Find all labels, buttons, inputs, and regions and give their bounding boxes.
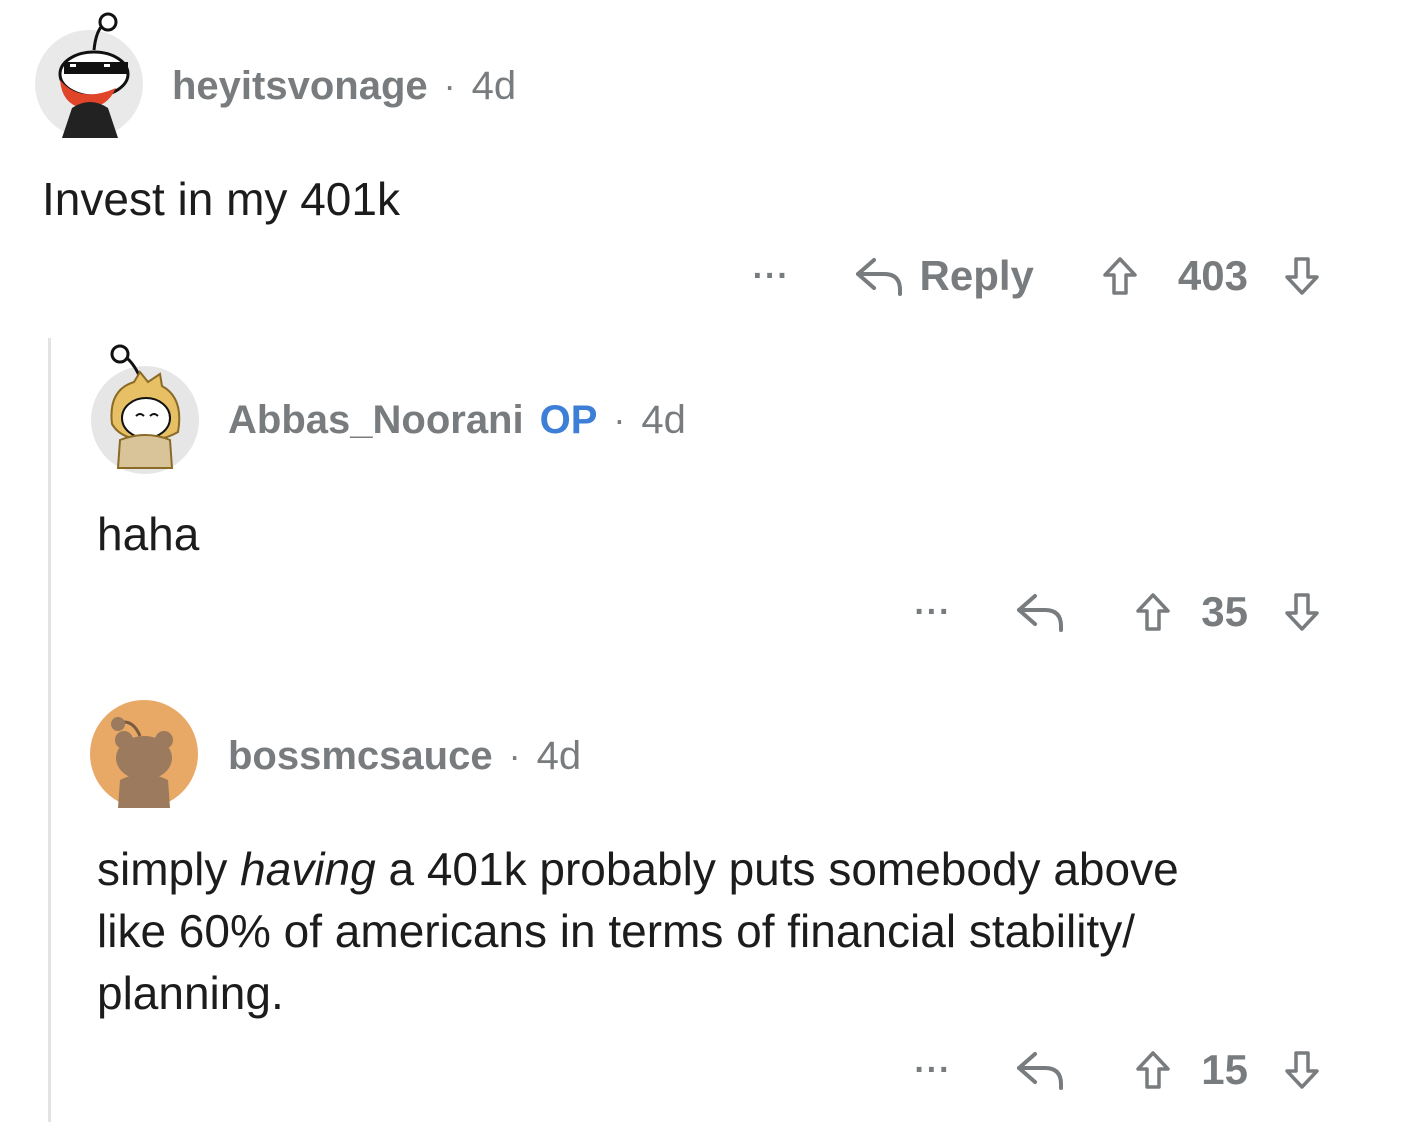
comment-age[interactable]: 4d: [472, 66, 517, 106]
vote-controls: 15: [1135, 1046, 1320, 1094]
comment-age[interactable]: 4d: [537, 736, 582, 776]
username[interactable]: Abbas_Noorani: [228, 400, 524, 440]
separator-dot: ·: [443, 65, 456, 106]
username[interactable]: bossmcsauce: [228, 736, 493, 776]
comment-text-line: like 60% of americans in terms of financ…: [97, 905, 1135, 957]
comment-age[interactable]: 4d: [641, 400, 686, 440]
comment-header: heyitsvonage · 4d: [172, 66, 516, 106]
vote-score: 15: [1201, 1046, 1248, 1093]
upvote-arrow-icon[interactable]: [1102, 256, 1138, 296]
username[interactable]: heyitsvonage: [172, 66, 428, 106]
comment-text-line: planning.: [97, 967, 284, 1019]
comment-header: Abbas_Noorani OP · 4d: [228, 400, 686, 440]
snoo-bear-avatar: [90, 700, 198, 808]
vote-controls: 35: [1135, 588, 1320, 636]
downvote-arrow-icon[interactable]: [1284, 256, 1320, 296]
vote-score: 403: [1177, 252, 1248, 299]
comment-body: Invest in my 401k: [42, 168, 400, 230]
snoo-doge-hood-avatar: [91, 344, 199, 474]
comment-text-line: simply having a 401k probably puts someb…: [97, 843, 1179, 895]
reply-button[interactable]: [1015, 590, 1067, 634]
comment-actions: ··· 15: [914, 1040, 1320, 1100]
vote-score: 35: [1201, 588, 1248, 635]
comment-text: haha: [97, 508, 200, 560]
emphasized-word: having: [240, 843, 376, 895]
downvote-arrow-icon[interactable]: [1284, 592, 1320, 632]
separator-dot: ·: [613, 399, 626, 440]
user-avatar-bossmcsauce[interactable]: [90, 700, 198, 808]
user-avatar-heyitsvonage[interactable]: [34, 12, 144, 138]
separator-dot: ·: [508, 735, 521, 776]
reply-label: Reply: [919, 252, 1034, 299]
comment-body: haha: [97, 503, 199, 565]
reply-button[interactable]: [1015, 1048, 1067, 1092]
more-options-button[interactable]: ···: [753, 257, 790, 296]
reply-arrow-icon: [1017, 1052, 1064, 1090]
upvote-arrow-icon[interactable]: [1135, 1050, 1171, 1090]
comment-actions: ··· Reply 403: [753, 246, 1320, 306]
snoo-sunglasses-avatar: [35, 12, 143, 138]
vote-controls: 403: [1102, 252, 1320, 300]
comment-text: Invest in my 401k: [42, 173, 400, 225]
more-options-button[interactable]: ···: [914, 1051, 951, 1090]
user-avatar-abbas-noorani[interactable]: [90, 344, 200, 474]
reply-button[interactable]: Reply: [854, 252, 1034, 300]
comment-body: simply having a 401k probably puts someb…: [97, 838, 1367, 1024]
comment-actions: ··· 35: [914, 582, 1320, 642]
op-badge: OP: [539, 398, 598, 442]
upvote-arrow-icon[interactable]: [1135, 592, 1171, 632]
comment-header: bossmcsauce · 4d: [228, 736, 581, 776]
downvote-arrow-icon[interactable]: [1284, 1050, 1320, 1090]
reply-arrow-icon: [855, 258, 902, 296]
thread-line[interactable]: [48, 338, 51, 1122]
reply-arrow-icon: [1017, 594, 1064, 632]
more-options-button[interactable]: ···: [914, 593, 951, 632]
